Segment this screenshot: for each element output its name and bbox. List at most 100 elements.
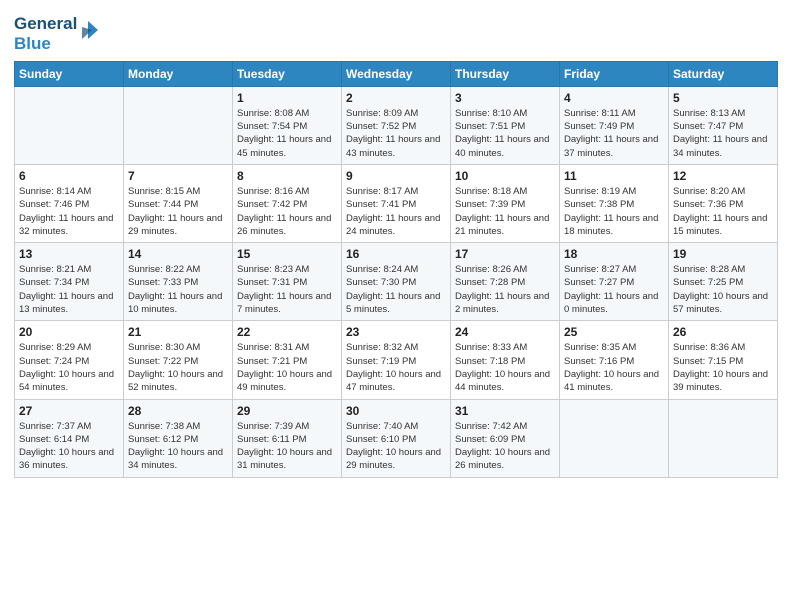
day-number: 10 xyxy=(455,169,555,183)
day-number: 18 xyxy=(564,247,664,261)
day-number: 5 xyxy=(673,91,773,105)
calendar-cell: 29Sunrise: 7:39 AM Sunset: 6:11 PM Dayli… xyxy=(233,399,342,477)
calendar-cell: 18 Sunrise: 8:27 AM Sunset: 7:27 PM Dayli… xyxy=(560,243,669,321)
calendar-cell xyxy=(669,399,778,477)
weekday-header-thursday: Thursday xyxy=(451,61,560,86)
weekday-header-wednesday: Wednesday xyxy=(342,61,451,86)
logo: GeneralBlue xyxy=(14,14,102,55)
day-info: Sunrise: 8:24 AM Sunset: 7:30 PM Dayligh… xyxy=(346,263,446,316)
day-info: Sunrise: 8:13 AM Sunset: 7:47 PM Dayligh… xyxy=(673,107,773,160)
day-info: Sunrise: 8:30 AM Sunset: 7:22 PM Dayligh… xyxy=(128,341,228,394)
day-number: 14 xyxy=(128,247,228,261)
calendar-cell: 23Sunrise: 8:32 AM Sunset: 7:19 PM Dayli… xyxy=(342,321,451,399)
calendar-cell: 7 Sunrise: 8:15 AM Sunset: 7:44 PM Daylig… xyxy=(124,164,233,242)
day-number: 26 xyxy=(673,325,773,339)
calendar-cell: 30Sunrise: 7:40 AM Sunset: 6:10 PM Dayli… xyxy=(342,399,451,477)
day-info: Sunrise: 8:26 AM Sunset: 7:28 PM Dayligh… xyxy=(455,263,555,316)
page-container: GeneralBlue SundayMondayTuesdayWednesday… xyxy=(0,0,792,488)
calendar-cell: 20 Sunrise: 8:29 AM Sunset: 7:24 PM Dayli… xyxy=(15,321,124,399)
calendar-week-1: 1 Sunrise: 8:08 AM Sunset: 7:54 PM Daylig… xyxy=(15,86,778,164)
calendar-week-2: 6 Sunrise: 8:14 AM Sunset: 7:46 PM Daylig… xyxy=(15,164,778,242)
day-info: Sunrise: 8:15 AM Sunset: 7:44 PM Dayligh… xyxy=(128,185,228,238)
calendar-cell: 22Sunrise: 8:31 AM Sunset: 7:21 PM Dayli… xyxy=(233,321,342,399)
calendar-cell: 2 Sunrise: 8:09 AM Sunset: 7:52 PM Daylig… xyxy=(342,86,451,164)
day-number: 1 xyxy=(237,91,337,105)
day-info: Sunrise: 7:40 AM Sunset: 6:10 PM Dayligh… xyxy=(346,420,446,473)
calendar-cell: 11Sunrise: 8:19 AM Sunset: 7:38 PM Dayli… xyxy=(560,164,669,242)
calendar-cell: 26 Sunrise: 8:36 AM Sunset: 7:15 PM Dayli… xyxy=(669,321,778,399)
calendar-cell: 3 Sunrise: 8:10 AM Sunset: 7:51 PM Daylig… xyxy=(451,86,560,164)
calendar-cell: 10Sunrise: 8:18 AM Sunset: 7:39 PM Dayli… xyxy=(451,164,560,242)
day-info: Sunrise: 8:33 AM Sunset: 7:18 PM Dayligh… xyxy=(455,341,555,394)
day-info: Sunrise: 8:10 AM Sunset: 7:51 PM Dayligh… xyxy=(455,107,555,160)
day-number: 31 xyxy=(455,404,555,418)
day-info: Sunrise: 7:42 AM Sunset: 6:09 PM Dayligh… xyxy=(455,420,555,473)
calendar-cell: 27 Sunrise: 7:37 AM Sunset: 6:14 PM Dayli… xyxy=(15,399,124,477)
calendar-cell: 17 Sunrise: 8:26 AM Sunset: 7:28 PM Dayli… xyxy=(451,243,560,321)
day-number: 12 xyxy=(673,169,773,183)
day-info: Sunrise: 8:14 AM Sunset: 7:46 PM Dayligh… xyxy=(19,185,119,238)
weekday-header-friday: Friday xyxy=(560,61,669,86)
calendar-cell: 8Sunrise: 8:16 AM Sunset: 7:42 PM Daylig… xyxy=(233,164,342,242)
calendar-week-4: 20 Sunrise: 8:29 AM Sunset: 7:24 PM Dayli… xyxy=(15,321,778,399)
day-info: Sunrise: 8:22 AM Sunset: 7:33 PM Dayligh… xyxy=(128,263,228,316)
day-info: Sunrise: 8:20 AM Sunset: 7:36 PM Dayligh… xyxy=(673,185,773,238)
day-info: Sunrise: 8:08 AM Sunset: 7:54 PM Dayligh… xyxy=(237,107,337,160)
day-info: Sunrise: 7:37 AM Sunset: 6:14 PM Dayligh… xyxy=(19,420,119,473)
day-number: 17 xyxy=(455,247,555,261)
day-info: Sunrise: 8:09 AM Sunset: 7:52 PM Dayligh… xyxy=(346,107,446,160)
day-info: Sunrise: 8:36 AM Sunset: 7:15 PM Dayligh… xyxy=(673,341,773,394)
day-number: 6 xyxy=(19,169,119,183)
calendar-table: SundayMondayTuesdayWednesdayThursdayFrid… xyxy=(14,61,778,478)
day-info: Sunrise: 8:21 AM Sunset: 7:34 PM Dayligh… xyxy=(19,263,119,316)
calendar-cell: 14 Sunrise: 8:22 AM Sunset: 7:33 PM Dayli… xyxy=(124,243,233,321)
weekday-header-monday: Monday xyxy=(124,61,233,86)
calendar-cell: 24 Sunrise: 8:33 AM Sunset: 7:18 PM Dayli… xyxy=(451,321,560,399)
day-number: 3 xyxy=(455,91,555,105)
calendar-cell: 13 Sunrise: 8:21 AM Sunset: 7:34 PM Dayli… xyxy=(15,243,124,321)
calendar-week-3: 13 Sunrise: 8:21 AM Sunset: 7:34 PM Dayli… xyxy=(15,243,778,321)
day-number: 2 xyxy=(346,91,446,105)
day-info: Sunrise: 7:38 AM Sunset: 6:12 PM Dayligh… xyxy=(128,420,228,473)
calendar-cell xyxy=(15,86,124,164)
day-info: Sunrise: 8:28 AM Sunset: 7:25 PM Dayligh… xyxy=(673,263,773,316)
header: GeneralBlue xyxy=(14,10,778,55)
day-info: Sunrise: 8:35 AM Sunset: 7:16 PM Dayligh… xyxy=(564,341,664,394)
day-number: 27 xyxy=(19,404,119,418)
day-info: Sunrise: 8:19 AM Sunset: 7:38 PM Dayligh… xyxy=(564,185,664,238)
day-number: 29 xyxy=(237,404,337,418)
day-number: 21 xyxy=(128,325,228,339)
logo-area: GeneralBlue xyxy=(14,10,102,55)
calendar-cell: 5 Sunrise: 8:13 AM Sunset: 7:47 PM Daylig… xyxy=(669,86,778,164)
calendar-cell: 16 Sunrise: 8:24 AM Sunset: 7:30 PM Dayli… xyxy=(342,243,451,321)
day-number: 16 xyxy=(346,247,446,261)
day-info: Sunrise: 8:27 AM Sunset: 7:27 PM Dayligh… xyxy=(564,263,664,316)
calendar-week-5: 27 Sunrise: 7:37 AM Sunset: 6:14 PM Dayli… xyxy=(15,399,778,477)
day-number: 25 xyxy=(564,325,664,339)
day-info: Sunrise: 8:11 AM Sunset: 7:49 PM Dayligh… xyxy=(564,107,664,160)
calendar-cell: 12 Sunrise: 8:20 AM Sunset: 7:36 PM Dayli… xyxy=(669,164,778,242)
day-number: 7 xyxy=(128,169,228,183)
calendar-cell: 21 Sunrise: 8:30 AM Sunset: 7:22 PM Dayli… xyxy=(124,321,233,399)
day-number: 4 xyxy=(564,91,664,105)
day-info: Sunrise: 8:17 AM Sunset: 7:41 PM Dayligh… xyxy=(346,185,446,238)
day-number: 28 xyxy=(128,404,228,418)
weekday-header-tuesday: Tuesday xyxy=(233,61,342,86)
calendar-cell: 31 Sunrise: 7:42 AM Sunset: 6:09 PM Dayli… xyxy=(451,399,560,477)
calendar-cell: 19Sunrise: 8:28 AM Sunset: 7:25 PM Dayli… xyxy=(669,243,778,321)
calendar-cell xyxy=(560,399,669,477)
calendar-cell: 6 Sunrise: 8:14 AM Sunset: 7:46 PM Daylig… xyxy=(15,164,124,242)
day-number: 13 xyxy=(19,247,119,261)
day-info: Sunrise: 8:29 AM Sunset: 7:24 PM Dayligh… xyxy=(19,341,119,394)
day-info: Sunrise: 8:32 AM Sunset: 7:19 PM Dayligh… xyxy=(346,341,446,394)
day-info: Sunrise: 8:23 AM Sunset: 7:31 PM Dayligh… xyxy=(237,263,337,316)
calendar-cell: 15Sunrise: 8:23 AM Sunset: 7:31 PM Dayli… xyxy=(233,243,342,321)
day-number: 24 xyxy=(455,325,555,339)
day-number: 20 xyxy=(19,325,119,339)
calendar-cell: 1 Sunrise: 8:08 AM Sunset: 7:54 PM Daylig… xyxy=(233,86,342,164)
day-info: Sunrise: 8:31 AM Sunset: 7:21 PM Dayligh… xyxy=(237,341,337,394)
day-number: 8 xyxy=(237,169,337,183)
weekday-header-saturday: Saturday xyxy=(669,61,778,86)
weekday-header-sunday: Sunday xyxy=(15,61,124,86)
weekday-header-row: SundayMondayTuesdayWednesdayThursdayFrid… xyxy=(15,61,778,86)
